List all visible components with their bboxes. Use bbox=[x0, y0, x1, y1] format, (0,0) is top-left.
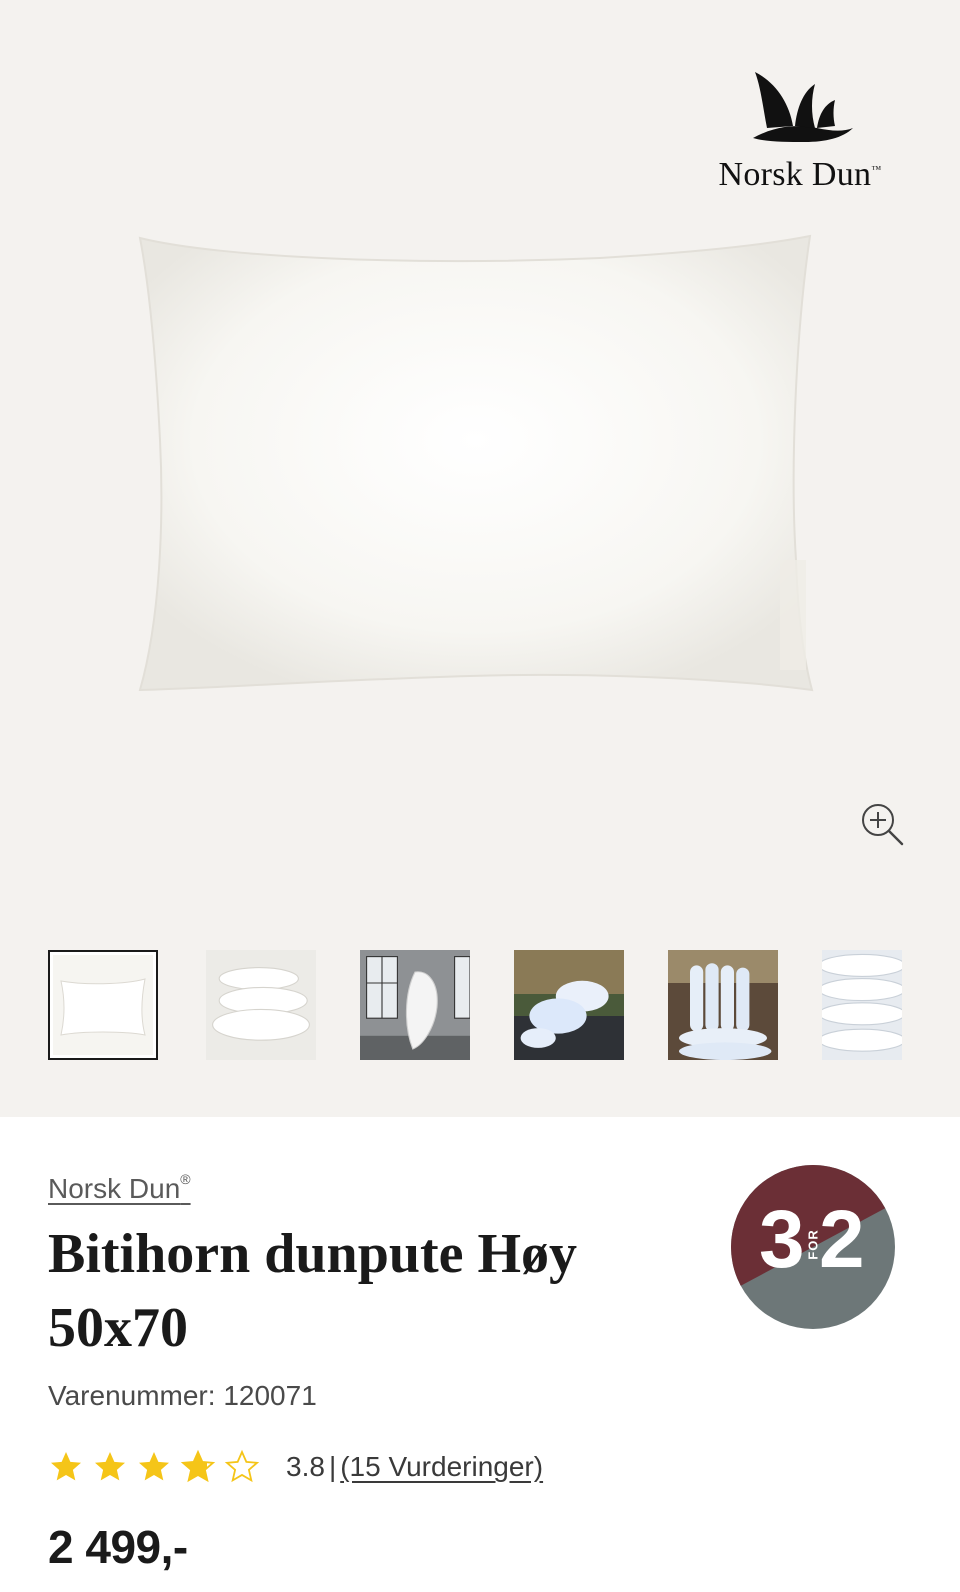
star-partial-icon bbox=[180, 1449, 216, 1483]
zoom-in-button[interactable] bbox=[858, 800, 906, 848]
star-full-icon bbox=[51, 1452, 81, 1481]
swan-icon bbox=[753, 72, 853, 142]
main-product-image[interactable]: Norsk Dun™ bbox=[0, 0, 960, 930]
star-full-icon bbox=[139, 1452, 169, 1481]
price: 2 499,- bbox=[48, 1521, 188, 1573]
thumbnail-2[interactable] bbox=[206, 950, 316, 1060]
promo-right-number: 2 bbox=[819, 1194, 865, 1285]
thumbnail-6[interactable] bbox=[822, 950, 902, 1060]
thumbnail-3[interactable] bbox=[360, 950, 470, 1060]
sku-line: Varenummer: 120071 bbox=[48, 1380, 317, 1412]
promo-3-for-2-badge: 3 FOR 2 bbox=[731, 1165, 895, 1329]
rating-separator: | bbox=[328, 1451, 337, 1482]
brand-logo: Norsk Dun™ bbox=[700, 68, 900, 198]
brand-logo-text: Norsk Dun™ bbox=[718, 156, 882, 193]
thumbnail-strip bbox=[48, 950, 960, 1070]
thumbnail-4[interactable] bbox=[514, 950, 624, 1060]
rating: 3.8 | (15 Vurderinger) bbox=[48, 1447, 543, 1487]
sku-label: Varenummer: bbox=[48, 1380, 224, 1411]
brand-link[interactable]: Norsk Dun® bbox=[48, 1171, 191, 1205]
thumbnail-5[interactable] bbox=[668, 950, 778, 1060]
product-info: Norsk Dun® Bitihorn dunpute Høy 50x70 Va… bbox=[0, 1117, 960, 1592]
product-title: Bitihorn dunpute Høy 50x70 bbox=[48, 1223, 578, 1359]
rating-value: 3.8 bbox=[286, 1451, 325, 1482]
star-full-icon bbox=[95, 1452, 125, 1481]
promo-left-number: 3 bbox=[759, 1194, 805, 1285]
zoom-in-icon bbox=[862, 804, 904, 846]
star-empty-icon bbox=[224, 1449, 260, 1483]
sku-value: 120071 bbox=[223, 1380, 317, 1411]
reviews-link[interactable]: (15 Vurderinger) bbox=[340, 1451, 543, 1483]
product-gallery: Norsk Dun™ bbox=[0, 0, 960, 1117]
thumbnail-1[interactable] bbox=[48, 950, 158, 1060]
